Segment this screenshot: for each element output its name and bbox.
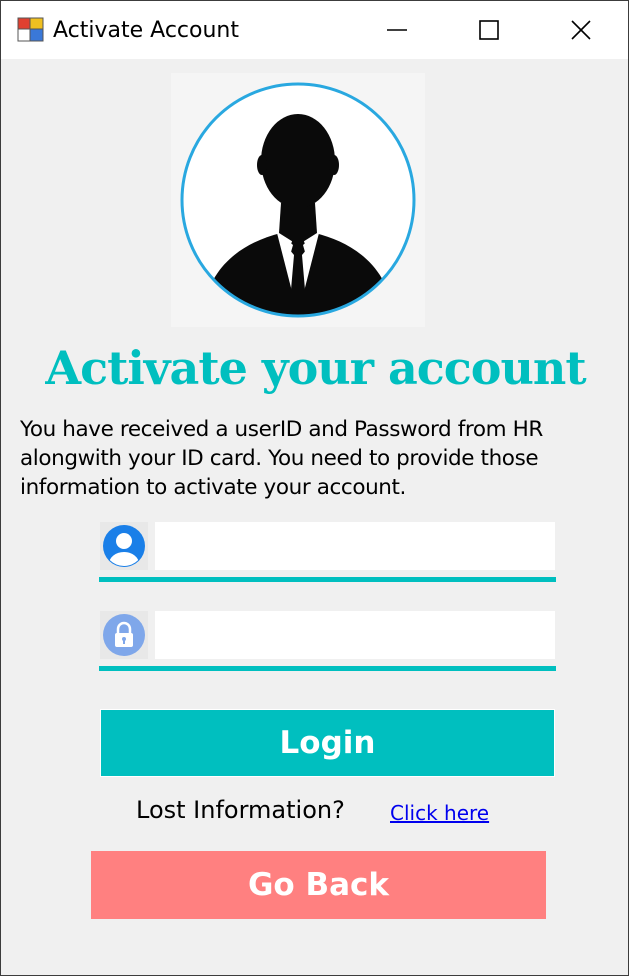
password-input[interactable] xyxy=(155,611,555,659)
window-title: Activate Account xyxy=(53,18,239,43)
app-window: Activate Account Activate your account Y… xyxy=(0,0,629,976)
maximize-button[interactable] xyxy=(443,1,535,59)
maximize-icon xyxy=(479,20,499,40)
user-icon xyxy=(103,525,145,567)
userid-field-icon xyxy=(100,522,148,570)
minimize-icon xyxy=(387,29,407,31)
lock-icon xyxy=(103,614,145,656)
user-silhouette-icon xyxy=(180,82,416,318)
minimize-button[interactable] xyxy=(351,1,443,59)
close-button[interactable] xyxy=(535,1,627,59)
page-title: Activate your account xyxy=(45,341,586,395)
instructions-text: You have received a userID and Password … xyxy=(20,417,543,500)
login-button[interactable]: Login xyxy=(100,709,555,777)
lost-information-label: Lost Information? xyxy=(136,796,345,824)
avatar xyxy=(171,73,425,327)
password-field-icon xyxy=(100,611,148,659)
userid-underline xyxy=(99,577,556,582)
app-icon xyxy=(17,17,44,42)
go-back-button[interactable]: Go Back xyxy=(91,851,546,919)
password-underline xyxy=(99,666,556,671)
userid-input[interactable] xyxy=(155,522,555,570)
close-icon xyxy=(571,20,591,40)
click-here-link[interactable]: Click here xyxy=(390,801,489,825)
title-bar[interactable]: Activate Account xyxy=(1,1,628,59)
